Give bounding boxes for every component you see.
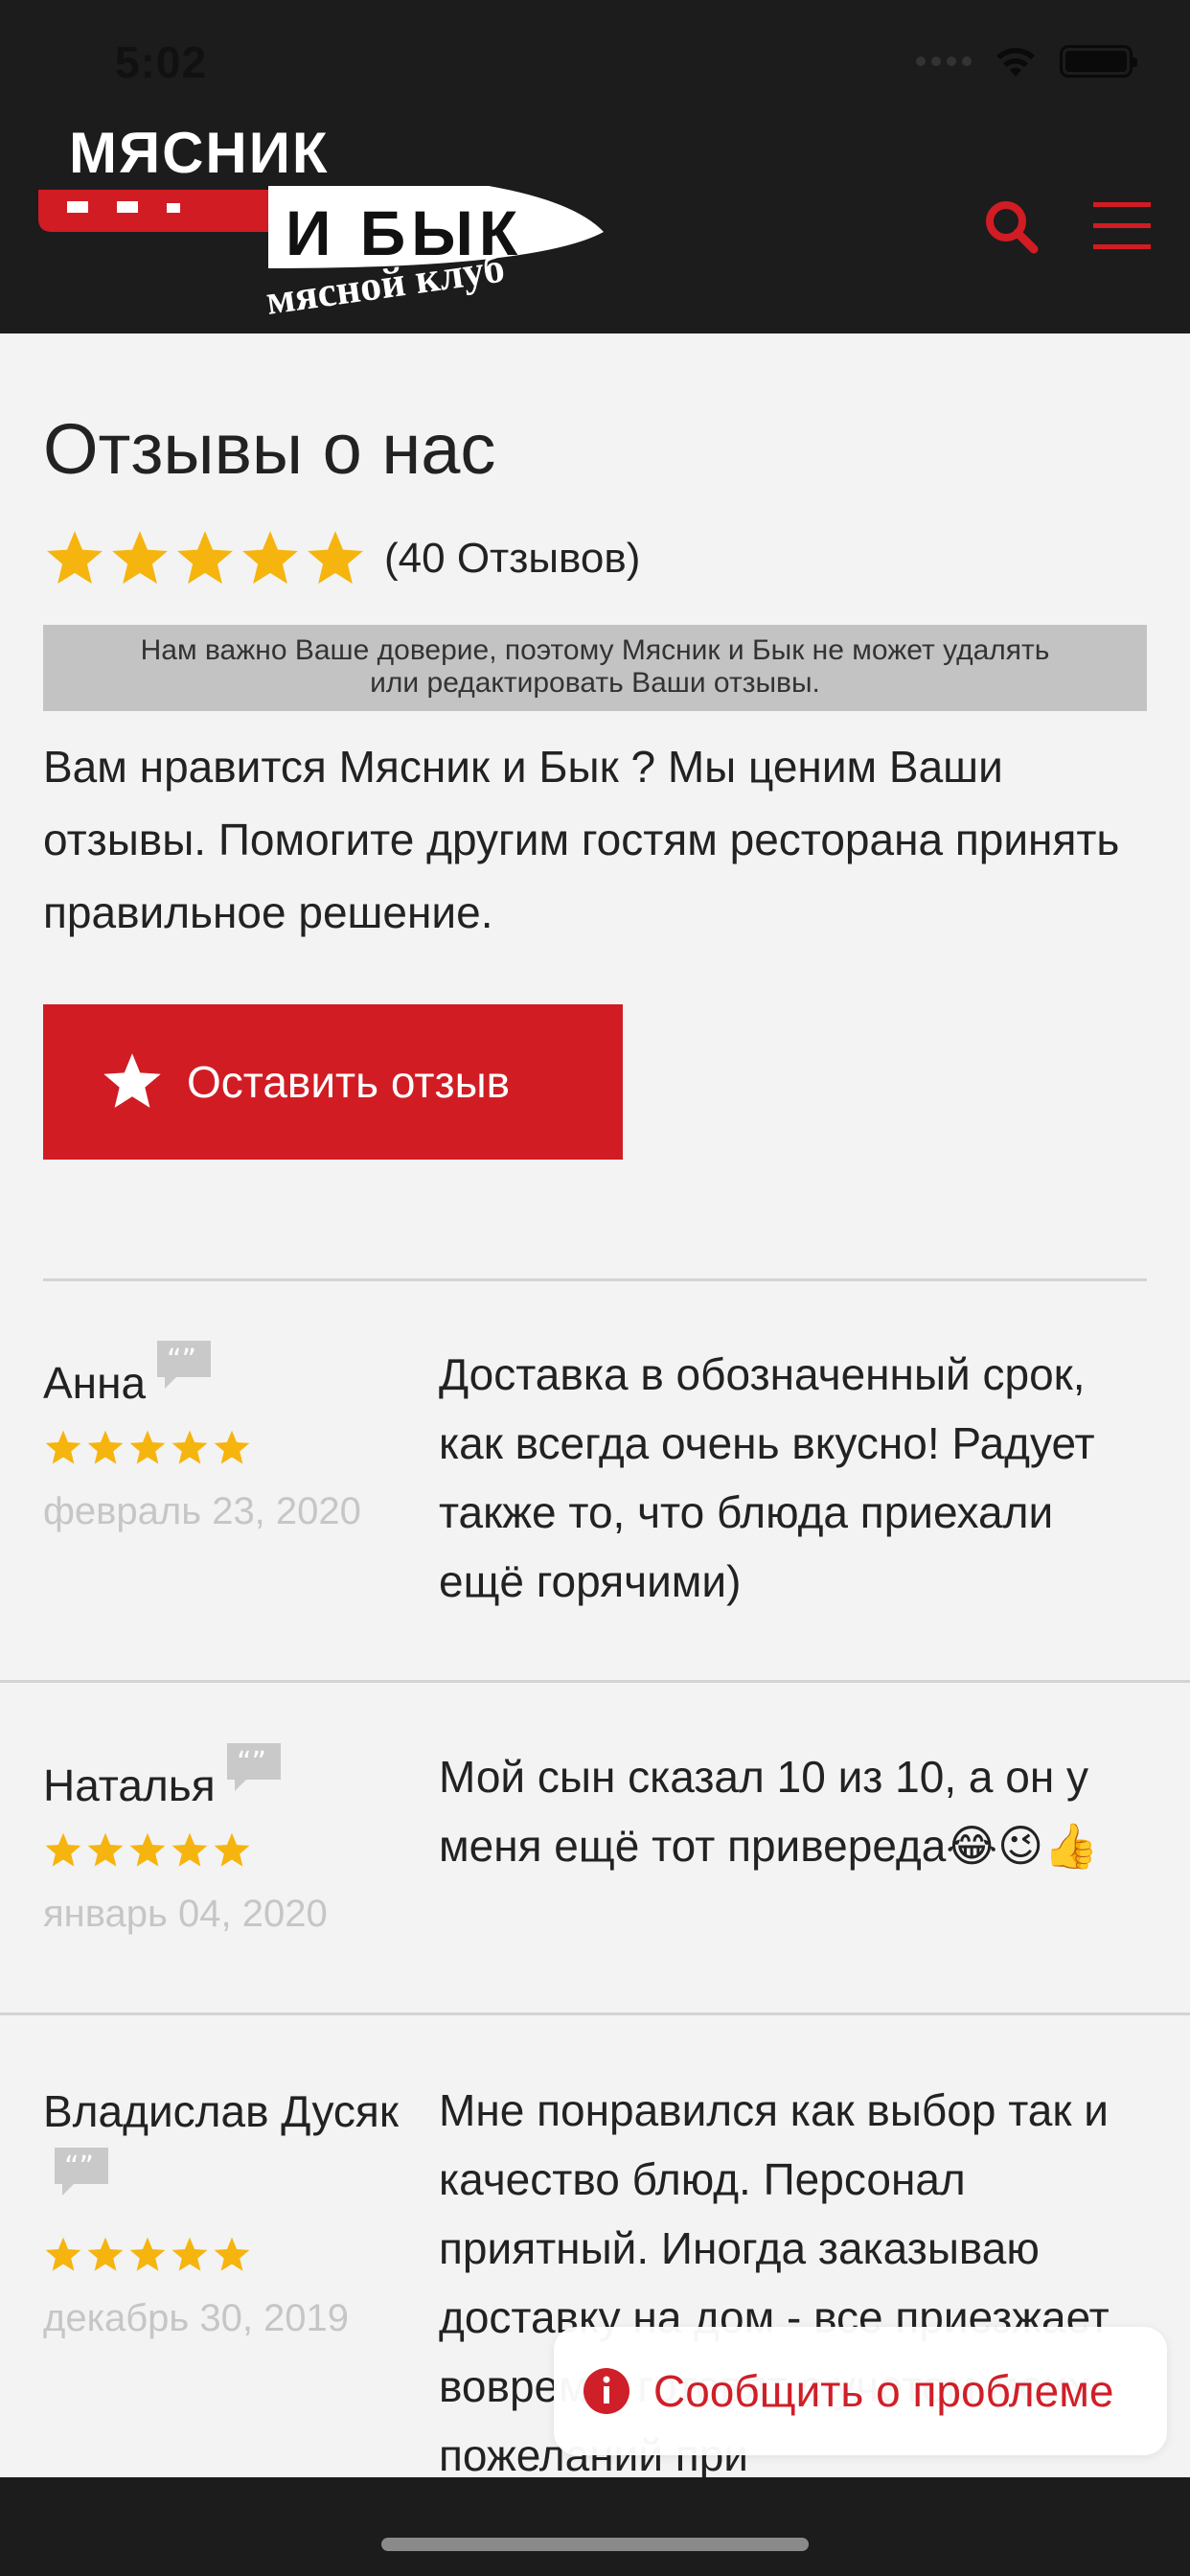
- review-meta: Владислав Дусяк “” декабрь 30, 2019: [43, 2076, 407, 2352]
- star-icon: [129, 1832, 166, 1867]
- reviewer-name-text: Наталья: [43, 1760, 216, 1810]
- reviews-page: 5:02 МЯСНИК И БЫК мясной клуб Отзывы о н…: [0, 0, 1190, 2576]
- star-icon: [112, 531, 168, 585]
- star-icon: [172, 1832, 208, 1867]
- review-meta: Наталья “” январь 04, 2020: [43, 1742, 407, 1947]
- reviewer-name: Анна “”: [43, 1340, 407, 1418]
- report-problem-label: Сообщить о проблеме: [653, 2366, 1114, 2416]
- hamburger-menu-icon: [1093, 202, 1151, 249]
- reviewer-name-text: Владислав Дусяк: [43, 2086, 399, 2136]
- review-item: Наталья “” январь 04, 2020 Мой сын сказа…: [43, 1742, 1147, 1982]
- review-stars: [43, 1830, 407, 1871]
- notice-line-1: Нам важно Ваше доверие, поэтому Мясник и…: [140, 634, 1050, 666]
- menu-button[interactable]: [1092, 196, 1152, 256]
- svg-text:“”: “”: [237, 1746, 266, 1780]
- signal-icon: [916, 57, 972, 66]
- svg-text:“”: “”: [64, 2150, 94, 2184]
- review-stars: [43, 1428, 407, 1468]
- star-icon: [129, 2237, 166, 2271]
- search-button[interactable]: [981, 196, 1041, 256]
- wifi-icon: [996, 48, 1035, 77]
- review-item: Анна “” февраль 23, 2020 Доставка в обоз…: [43, 1340, 1147, 1646]
- status-icons: [916, 44, 1137, 79]
- review-date: январь 04, 2020: [43, 1893, 328, 1935]
- star-icon: [103, 1053, 161, 1108]
- main-content: Отзывы о нас (40 Отзывов) Нам важно Ваше…: [43, 334, 1147, 1160]
- battery-icon: [1060, 45, 1137, 78]
- brand-logo[interactable]: МЯСНИК И БЫК мясной клуб: [38, 121, 632, 326]
- review-stars: [43, 2235, 407, 2275]
- overall-rating: (40 Отзывов): [43, 525, 1147, 592]
- overall-stars: [43, 527, 367, 590]
- section-divider: [43, 1278, 1147, 1281]
- star-icon: [45, 1430, 81, 1464]
- notice-line-2: или редактировать Ваши отзывы.: [370, 667, 820, 699]
- report-problem-button[interactable]: Сообщить о проблеме: [554, 2327, 1167, 2455]
- review-date: декабрь 30, 2019: [43, 2297, 350, 2339]
- home-indicator[interactable]: [381, 2538, 809, 2551]
- reviewer-name-text: Анна: [43, 1358, 147, 1408]
- app-header: 5:02 МЯСНИК И БЫК мясной клуб: [0, 0, 1190, 334]
- logo-line1: МЯСНИК: [69, 125, 330, 185]
- star-icon: [214, 2237, 250, 2271]
- star-icon: [242, 531, 298, 585]
- review-text: Мой сын сказал 10 из 10, а он у меня ещё…: [439, 1752, 1099, 1871]
- star-icon: [45, 2237, 81, 2271]
- quote-bubble-icon[interactable]: “”: [226, 1742, 281, 1813]
- star-icon: [308, 531, 363, 585]
- logo-graphic: МЯСНИК И БЫК мясной клуб: [38, 121, 604, 324]
- star-icon: [172, 1430, 208, 1464]
- bottom-bar: [0, 2477, 1190, 2576]
- svg-text:“”: “”: [167, 1344, 196, 1377]
- leave-review-label: Оставить отзыв: [187, 1057, 511, 1107]
- review-count: (40 Отзывов): [384, 535, 641, 582]
- leave-review-button[interactable]: Оставить отзыв: [43, 1004, 623, 1160]
- search-icon: [986, 201, 1039, 254]
- info-icon: [584, 2368, 629, 2414]
- header-actions: [981, 196, 1152, 256]
- star-icon: [45, 1832, 81, 1867]
- review-text: Доставка в обозначенный срок, как всегда…: [439, 1349, 1095, 1606]
- intro-text: Вам нравится Мясник и Бык ? Мы ценим Ваш…: [43, 742, 1120, 937]
- star-icon: [214, 1832, 250, 1867]
- quote-bubble-icon[interactable]: “”: [157, 1340, 212, 1411]
- page-title: Отзывы о нас: [43, 409, 496, 489]
- star-icon: [87, 1832, 124, 1867]
- star-icon: [214, 1430, 250, 1464]
- review-divider: [0, 2012, 1190, 2015]
- review-date: февраль 23, 2020: [43, 1490, 361, 1532]
- star-icon: [87, 1430, 124, 1464]
- reviewer-name: Наталья “”: [43, 1742, 407, 1821]
- status-time: 5:02: [115, 37, 208, 87]
- star-icon: [172, 2237, 208, 2271]
- star-icon: [87, 2237, 124, 2271]
- star-icon: [177, 531, 233, 585]
- trust-notice: Нам важно Ваше доверие, поэтому Мясник и…: [43, 625, 1147, 711]
- star-icon: [47, 531, 103, 585]
- reviewer-name: Владислав Дусяк “”: [43, 2076, 407, 2225]
- review-meta: Анна “” февраль 23, 2020: [43, 1340, 407, 1545]
- star-icon: [129, 1430, 166, 1464]
- quote-bubble-icon[interactable]: “”: [55, 2147, 108, 2218]
- review-divider: [0, 1680, 1190, 1683]
